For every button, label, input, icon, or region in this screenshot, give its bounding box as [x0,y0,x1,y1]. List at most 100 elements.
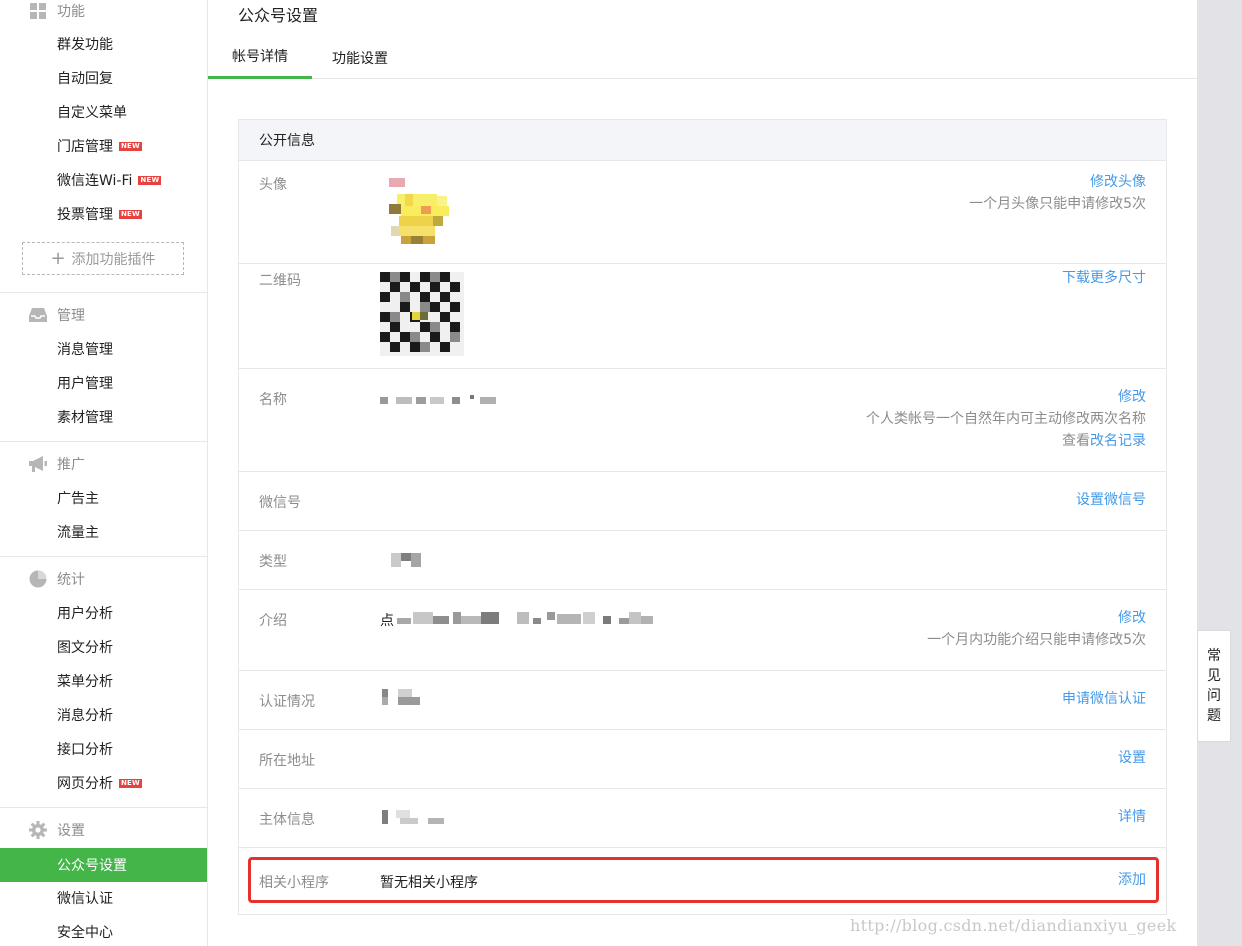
row-mini-program: 相关小程序 暂无相关小程序 添加 [239,848,1166,915]
divider [0,807,207,808]
sidebar-item-account-settings[interactable]: 公众号设置 [0,848,207,882]
public-info-panel: 公开信息 头像 修改头像 一个月头像只能申请修改5次 二维码 下载更多尺寸 名称… [238,119,1167,915]
sidebar-item-label: 接口分析 [57,742,113,758]
section-title: 设置 [57,823,85,839]
sidebar-item-message-analysis[interactable]: 消息分析 [0,698,207,732]
sidebar-item-label: 公众号设置 [57,858,127,874]
divider [0,441,207,442]
grid-icon [29,2,47,20]
sidebar-item-messages[interactable]: 消息管理 [0,332,207,366]
row-label: 相关小程序 [259,875,329,891]
sidebar-item-label: 广告主 [57,491,99,507]
row-qrcode: 二维码 下载更多尺寸 [239,263,1166,369]
sidebar-item-publisher[interactable]: 流量主 [0,515,207,549]
redacted-name [380,393,504,404]
avatar-note: 一个月头像只能申请修改5次 [969,196,1146,212]
panel-header: 公开信息 [239,120,1166,161]
row-label: 认证情况 [259,694,315,710]
tab-feature-settings[interactable]: 功能设置 [312,36,408,79]
edit-name-link[interactable]: 修改 [1118,389,1146,405]
row-label: 名称 [259,392,287,408]
set-wechat-id-link[interactable]: 设置微信号 [1076,492,1146,508]
section-header-settings: 设置 [0,815,207,845]
sidebar-item-auto-reply[interactable]: 自动回复 [0,61,207,95]
sidebar-item-store[interactable]: 门店管理 NEW [0,129,207,163]
section-header-manage: 管理 [0,300,207,330]
sidebar-item-label: 安全中心 [57,925,113,941]
row-wechat-id: 微信号 设置微信号 [239,472,1166,531]
entity-details-link[interactable]: 详情 [1118,809,1146,825]
redacted-type [387,551,423,569]
sidebar-item-menu-analysis[interactable]: 菜单分析 [0,664,207,698]
sidebar-item-custom-menu[interactable]: 自定义菜单 [0,95,207,129]
sidebar-item-label: 用户分析 [57,606,113,622]
sidebar-item-label: 自动回复 [57,71,113,87]
sidebar-item-web-analysis[interactable]: 网页分析 NEW [0,766,207,800]
change-avatar-link[interactable]: 修改头像 [1090,174,1146,190]
row-label: 微信号 [259,495,301,511]
sidebar-item-label: 自定义菜单 [57,105,127,121]
section-title: 推广 [57,457,85,473]
right-gutter [1197,0,1242,946]
add-plugin-label: 添加功能插件 [71,251,156,268]
section-title: 功能 [57,4,85,20]
sidebar-item-label: 投票管理 [57,207,113,223]
avatar-image [387,176,467,251]
add-mini-program-link[interactable]: 添加 [1118,872,1146,888]
page-title: 公众号设置 [238,6,319,25]
faq-button[interactable]: 常 见 问 题 [1197,630,1231,742]
section-title: 管理 [57,308,85,324]
download-sizes-link[interactable]: 下载更多尺寸 [1062,270,1146,286]
sidebar-item-advertiser[interactable]: 广告主 [0,481,207,515]
location-actions: 设置 [1118,747,1146,769]
row-label: 介绍 [259,613,287,629]
redacted-verification [380,689,424,707]
intro-value-prefix: 点 [380,613,394,629]
row-type: 类型 [239,531,1166,590]
row-label: 二维码 [259,273,301,289]
sidebar-item-vote[interactable]: 投票管理 NEW [0,197,207,231]
intro-actions: 修改 一个月内功能介绍只能申请修改5次 [927,607,1146,651]
row-avatar: 头像 修改头像 一个月头像只能申请修改5次 [239,162,1166,264]
row-label: 主体信息 [259,812,315,828]
tab-bar: 帐号详情 功能设置 [208,36,1197,79]
pie-chart-icon [29,570,47,588]
row-verification: 认证情况 申请微信认证 [239,671,1166,730]
set-location-link[interactable]: 设置 [1118,750,1146,766]
mini-program-value: 暂无相关小程序 [380,875,478,891]
sidebar-item-label: 微信连Wi-Fi [57,173,133,189]
sidebar-item-verification[interactable]: 微信认证 [0,881,207,915]
apply-verification-link[interactable]: 申请微信认证 [1062,691,1146,707]
sidebar-item-label: 消息管理 [57,342,113,358]
name-actions: 修改 个人类帐号一个自然年内可主动修改两次名称 查看改名记录 [866,386,1146,452]
megaphone-icon [29,455,47,473]
sidebar-item-label: 微信认证 [57,891,113,907]
add-plugin-button[interactable]: + 添加功能插件 [22,242,184,275]
divider [0,292,207,293]
sidebar-item-user-analysis[interactable]: 用户分析 [0,596,207,630]
sidebar-item-article-analysis[interactable]: 图文分析 [0,630,207,664]
sidebar-item-wifi[interactable]: 微信连Wi-Fi NEW [0,163,207,197]
faq-char: 题 [1207,708,1221,724]
sidebar-item-mass-send[interactable]: 群发功能 [0,27,207,61]
tab-account-details[interactable]: 帐号详情 [208,36,312,79]
sidebar-item-materials[interactable]: 素材管理 [0,400,207,434]
watermark: http://blog.csdn.net/diandianxiyu_geek [850,916,1177,935]
verification-actions: 申请微信认证 [1062,688,1146,710]
edit-intro-link[interactable]: 修改 [1118,610,1146,626]
intro-note: 一个月内功能介绍只能申请修改5次 [927,632,1146,648]
rename-history-link[interactable]: 改名记录 [1090,433,1146,449]
section-header-features: 功能 [0,0,207,26]
sidebar-item-label: 素材管理 [57,410,113,426]
inbox-icon [29,306,47,324]
section-title: 统计 [57,572,85,588]
qr-code-image [380,272,464,356]
sidebar-item-security[interactable]: 安全中心 [0,915,207,946]
sidebar-item-label: 图文分析 [57,640,113,656]
sidebar-item-label: 用户管理 [57,376,113,392]
sidebar-item-label: 群发功能 [57,37,113,53]
sidebar-item-users[interactable]: 用户管理 [0,366,207,400]
faq-char: 问 [1207,688,1221,704]
view-history-prefix: 查看 [1062,433,1090,449]
sidebar-item-api-analysis[interactable]: 接口分析 [0,732,207,766]
